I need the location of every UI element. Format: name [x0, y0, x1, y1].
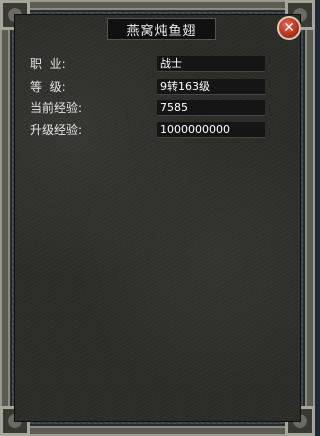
window-title: 燕窝炖鱼翅 — [107, 18, 216, 40]
info-row-levelup-exp: 升级经验: 1000000000 — [30, 122, 270, 138]
close-button[interactable]: ✕ — [277, 16, 301, 40]
window-title-text: 燕窝炖鱼翅 — [126, 23, 197, 39]
level-value: 9转163级 — [157, 79, 265, 95]
level-label: 等 级: — [30, 80, 66, 94]
profession-label: 职 业: — [30, 57, 66, 71]
content-panel — [14, 14, 301, 422]
info-row-current-exp: 当前经验: 7585 — [30, 100, 270, 116]
current-exp-value: 7585 — [157, 100, 265, 116]
info-row-profession: 职 业: 战士 — [30, 56, 270, 72]
current-exp-label: 当前经验: — [30, 101, 83, 115]
character-info-window: 燕窝炖鱼翅 ✕ 职 业: 战士 等 级: 9转163级 当前经验: 7585 升… — [0, 0, 315, 436]
levelup-exp-label: 升级经验: — [30, 123, 83, 137]
levelup-exp-value: 1000000000 — [157, 122, 265, 138]
profession-value: 战士 — [157, 56, 265, 72]
info-row-level: 等 级: 9转163级 — [30, 79, 270, 95]
close-icon: ✕ — [283, 20, 295, 36]
